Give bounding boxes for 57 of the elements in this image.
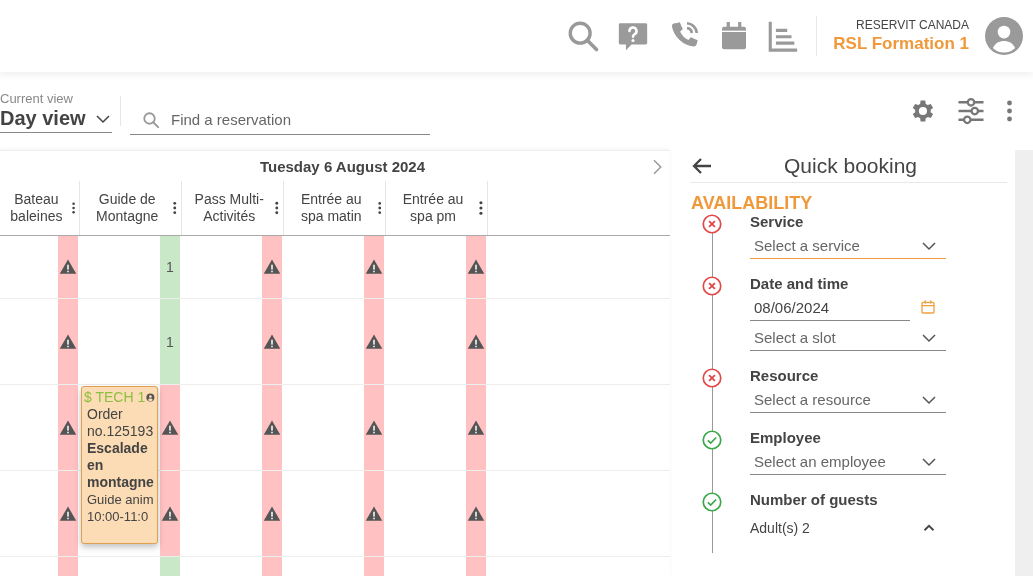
booking-card[interactable]: $ TECH 1 Order no.125193 Escalade en montagne Guide anim 10:00-11:0 <box>81 386 158 544</box>
full-slot[interactable] <box>466 385 486 470</box>
more-icon[interactable] <box>1006 99 1013 123</box>
step-label: Resource <box>750 367 820 385</box>
availability-count: 1 <box>166 333 174 350</box>
full-slot[interactable] <box>466 471 486 556</box>
select-field[interactable]: Select a slot <box>750 325 946 351</box>
order-number: Order no.125193 <box>86 406 155 440</box>
section-title: AVAILABILITY <box>691 193 814 213</box>
avatar-icon[interactable] <box>985 17 1023 55</box>
step-label: Date and time <box>750 275 850 293</box>
date-title: Tuesday 6 August 2024 <box>259 157 426 175</box>
column-header: Bateau baleines <box>9 191 64 225</box>
full-slot[interactable] <box>160 385 180 470</box>
select-field[interactable]: Select an employee <box>750 449 946 475</box>
company-name: RESERVIT CANADA <box>856 18 969 32</box>
available-slot[interactable]: 1 <box>160 236 180 298</box>
step-label: Employee <box>750 429 822 447</box>
more-icon[interactable] <box>479 198 483 218</box>
search-icon[interactable] <box>566 19 601 53</box>
full-slot[interactable] <box>364 471 384 556</box>
panel-title: Quick booking <box>782 154 919 178</box>
column-header: Entrée au spa matin <box>299 191 363 225</box>
column-header: Guide de Montagne <box>95 191 160 225</box>
search-icon[interactable] <box>142 111 160 129</box>
filter-sliders-icon[interactable] <box>956 96 986 126</box>
full-slot[interactable] <box>58 299 78 384</box>
full-slot[interactable] <box>364 385 384 470</box>
full-slot[interactable] <box>466 236 486 298</box>
field-label: Current view <box>0 91 74 106</box>
time-range: 10:00-11:0 <box>86 508 150 525</box>
view-select[interactable]: Day view <box>0 105 112 132</box>
full-slot[interactable] <box>364 236 384 298</box>
booking-tag: $ TECH 1 <box>84 389 146 406</box>
full-slot[interactable] <box>262 471 282 556</box>
full-slot[interactable] <box>58 471 78 556</box>
column-header: Entrée au spa pm <box>401 191 465 225</box>
service-name: Escalade en montagne <box>86 440 155 491</box>
search-field[interactable]: Find a reservation <box>130 105 430 135</box>
full-slot[interactable] <box>262 299 282 384</box>
availability-count: 1 <box>166 259 174 275</box>
select-field[interactable]: Select a resource <box>750 387 946 413</box>
staff-name: Guide anim <box>86 491 155 508</box>
guest-count: Adult(s) 2 <box>750 520 810 536</box>
full-slot[interactable] <box>466 299 486 384</box>
select-field[interactable]: Select a service <box>750 233 946 259</box>
full-slot[interactable] <box>262 236 282 298</box>
step-label: Service <box>750 213 805 231</box>
available-slot[interactable]: 1 <box>160 299 180 384</box>
step-label: Number of guests <box>750 491 879 509</box>
column-header: Pass Multi-Activités <box>193 191 265 225</box>
full-slot[interactable] <box>364 299 384 384</box>
full-slot[interactable] <box>58 236 78 298</box>
full-slot[interactable] <box>58 385 78 470</box>
date-field[interactable]: 08/06/2024 <box>750 295 910 321</box>
full-slot[interactable] <box>262 385 282 470</box>
full-slot[interactable] <box>160 471 180 556</box>
